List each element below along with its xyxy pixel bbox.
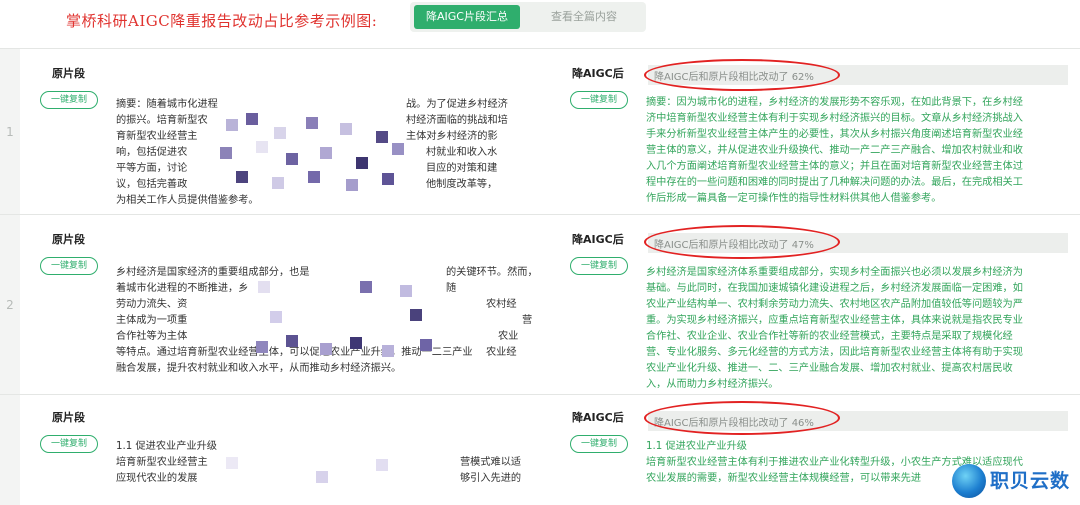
original-panel: 原片段 一键复制 1.1 促进农业产业升级 培育新型农业经营主 应现代农业的发展… (20, 395, 549, 505)
original-label: 原片段 (52, 411, 85, 424)
redaction-mosaic (250, 281, 440, 373)
highlight-circle (644, 225, 840, 259)
highlight-circle (644, 401, 840, 435)
original-text-tail: 营模式难以适 够引入先进的 (460, 457, 522, 484)
fragment-row: 原片段 一键复制 1.1 促进农业产业升级 培育新型农业经营主 应现代农业的发展… (0, 394, 1080, 505)
copy-original-button[interactable]: 一键复制 (40, 91, 98, 109)
fragment-list: 1 原片段 一键复制 摘要：随着城市化进程 的振兴。培育新型农 育新型农业经营主… (0, 48, 1080, 505)
original-text-tail: 战。为了促进乡村经济 村经济面临的挑战和培 主体对乡村经济的影 村就业和收入水 … (406, 99, 508, 190)
revised-panel: 降AIGC后 降AIGC后和原片段相比改动了 62% 一键复制 摘要：因为城市化… (548, 49, 1080, 215)
revised-label: 降AIGC后 (572, 233, 624, 246)
revised-panel: 降AIGC后 降AIGC后和原片段相比改动了 47% 一键复制 乡村经济是国家经… (548, 215, 1080, 395)
copy-revised-button[interactable]: 一键复制 (570, 91, 628, 109)
row-number: 2 (0, 215, 20, 395)
revised-label: 降AIGC后 (572, 67, 624, 80)
redaction-mosaic (216, 113, 416, 193)
highlight-circle (644, 59, 840, 91)
row-number: 1 (0, 49, 20, 215)
row-number (0, 395, 20, 505)
copy-original-button[interactable]: 一键复制 (40, 257, 98, 275)
redaction-mosaic (226, 453, 456, 493)
revised-text: 摘要：因为城市化的进程，乡村经济的发展形势不容乐观，在如此背景下，在乡村经 济中… (646, 97, 1023, 204)
tab-full-content[interactable]: 查看全篇内容 (528, 5, 640, 29)
globe-icon (952, 464, 986, 498)
revised-text: 乡村经济是国家经济体系重要组成部分，实现乡村全面振兴也必须以发展乡村经济为 基础… (646, 267, 1023, 390)
tab-aigc-summary[interactable]: 降AIGC片段汇总 (414, 5, 520, 29)
original-text-tail: 的关键环节。然而，随 农村经 营 农业 农业经 (446, 267, 538, 358)
watermark-text: 职贝云数 (990, 470, 1071, 492)
page-title: 掌桥科研AIGC降重报告改动占比参考示例图: (66, 12, 378, 30)
watermark-logo: 职贝云数 (950, 460, 1080, 504)
original-panel: 原片段 一键复制 摘要：随着城市化进程 的振兴。培育新型农 育新型农业经营主 响… (20, 49, 549, 215)
tab-group: 降AIGC片段汇总 查看全篇内容 (410, 2, 646, 32)
original-panel: 原片段 一键复制 乡村经济是国家经济的重要组成部分，也是 着城市化进程的不断推进… (20, 215, 549, 395)
fragment-row: 2 原片段 一键复制 乡村经济是国家经济的重要组成部分，也是 着城市化进程的不断… (0, 214, 1080, 395)
copy-original-button[interactable]: 一键复制 (40, 435, 98, 453)
copy-revised-button[interactable]: 一键复制 (570, 435, 628, 453)
original-label: 原片段 (52, 233, 85, 246)
copy-revised-button[interactable]: 一键复制 (570, 257, 628, 275)
fragment-row: 1 原片段 一键复制 摘要：随着城市化进程 的振兴。培育新型农 育新型农业经营主… (0, 48, 1080, 215)
revised-label: 降AIGC后 (572, 411, 624, 424)
original-text: 1.1 促进农业产业升级 培育新型农业经营主 应现代农业的发展 (116, 441, 217, 484)
top-bar: 掌桥科研AIGC降重报告改动占比参考示例图: 降AIGC片段汇总 查看全篇内容 (0, 0, 1080, 44)
original-label: 原片段 (52, 67, 85, 80)
